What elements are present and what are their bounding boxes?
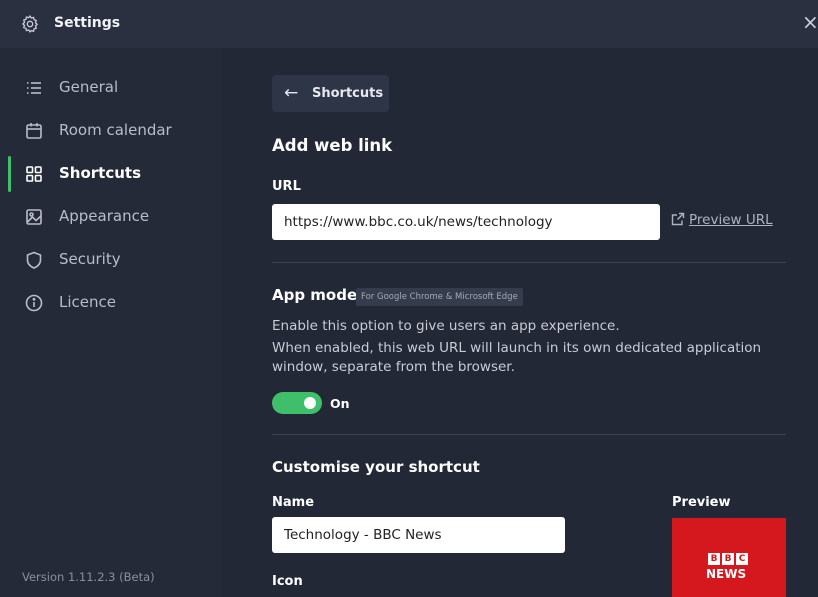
external-link-icon	[671, 212, 685, 226]
preview-url-label: Preview URL	[689, 212, 773, 228]
logo-block: C	[736, 553, 748, 565]
image-icon	[26, 209, 42, 225]
icon-label: Icon	[272, 574, 303, 589]
app-mode-description: When enabled, this web URL will launch i…	[272, 340, 762, 356]
sidebar-item-label: Security	[59, 250, 121, 268]
sidebar-item-label: Licence	[59, 293, 116, 311]
back-button[interactable]: ← Shortcuts	[272, 75, 389, 112]
sidebar-item-label: General	[59, 78, 119, 96]
sidebar-item-shortcuts[interactable]: Shortcuts	[0, 154, 222, 194]
calendar-icon	[26, 123, 42, 139]
app-mode-description: window, separate from the browser.	[272, 359, 515, 375]
app-mode-toggle[interactable]	[272, 392, 322, 414]
bbc-news-logo: B B C NEWS	[706, 553, 750, 593]
gear-icon	[21, 14, 39, 33]
sidebar-item-room-calendar[interactable]: Room calendar	[0, 111, 222, 151]
app-mode-description: Enable this option to give users an app …	[272, 318, 620, 334]
divider	[272, 434, 786, 435]
name-label: Name	[272, 495, 315, 510]
name-input[interactable]: Technology - BBC News	[272, 517, 565, 553]
logo-block: B	[722, 553, 734, 565]
url-label: URL	[272, 179, 301, 194]
back-button-label: Shortcuts	[312, 86, 384, 101]
customise-heading: Customise your shortcut	[272, 458, 480, 476]
info-icon	[25, 294, 43, 312]
window-title: Settings	[54, 15, 121, 31]
list-icon	[27, 82, 41, 94]
sidebar-item-label: Appearance	[59, 207, 150, 225]
sidebar-item-security[interactable]: Security	[0, 240, 222, 280]
title-bar: Settings ×	[0, 0, 818, 48]
active-indicator	[8, 156, 11, 192]
close-icon[interactable]: ×	[802, 10, 818, 34]
logo-block: B	[708, 553, 720, 565]
sidebar: General Room calendar Shortcuts Appearan…	[0, 48, 222, 597]
toggle-state-label: On	[330, 396, 350, 411]
sidebar-item-general[interactable]: General	[0, 68, 222, 108]
shortcut-preview-tile: B B C NEWS	[672, 518, 786, 597]
logo-news-text: NEWS	[706, 567, 747, 581]
page-title: Add web link	[272, 136, 393, 155]
sidebar-item-appearance[interactable]: Appearance	[0, 197, 222, 237]
sidebar-item-label: Room calendar	[59, 121, 172, 139]
sidebar-item-licence[interactable]: Licence	[0, 283, 222, 323]
sidebar-item-label: Shortcuts	[59, 164, 142, 182]
divider	[272, 262, 786, 263]
version-label: Version 1.11.2.3 (Beta)	[22, 570, 155, 584]
shield-icon	[26, 251, 42, 269]
toggle-knob	[304, 397, 316, 409]
preview-label: Preview	[672, 495, 731, 510]
browser-badge: For Google Chrome & Microsoft Edge	[356, 288, 523, 306]
url-input[interactable]: https://www.bbc.co.uk/news/technology	[272, 204, 660, 240]
app-mode-heading: App mode	[272, 286, 358, 304]
arrow-left-icon: ←	[284, 83, 299, 103]
preview-url-link[interactable]: Preview URL	[671, 212, 773, 228]
grid-icon	[26, 166, 42, 182]
